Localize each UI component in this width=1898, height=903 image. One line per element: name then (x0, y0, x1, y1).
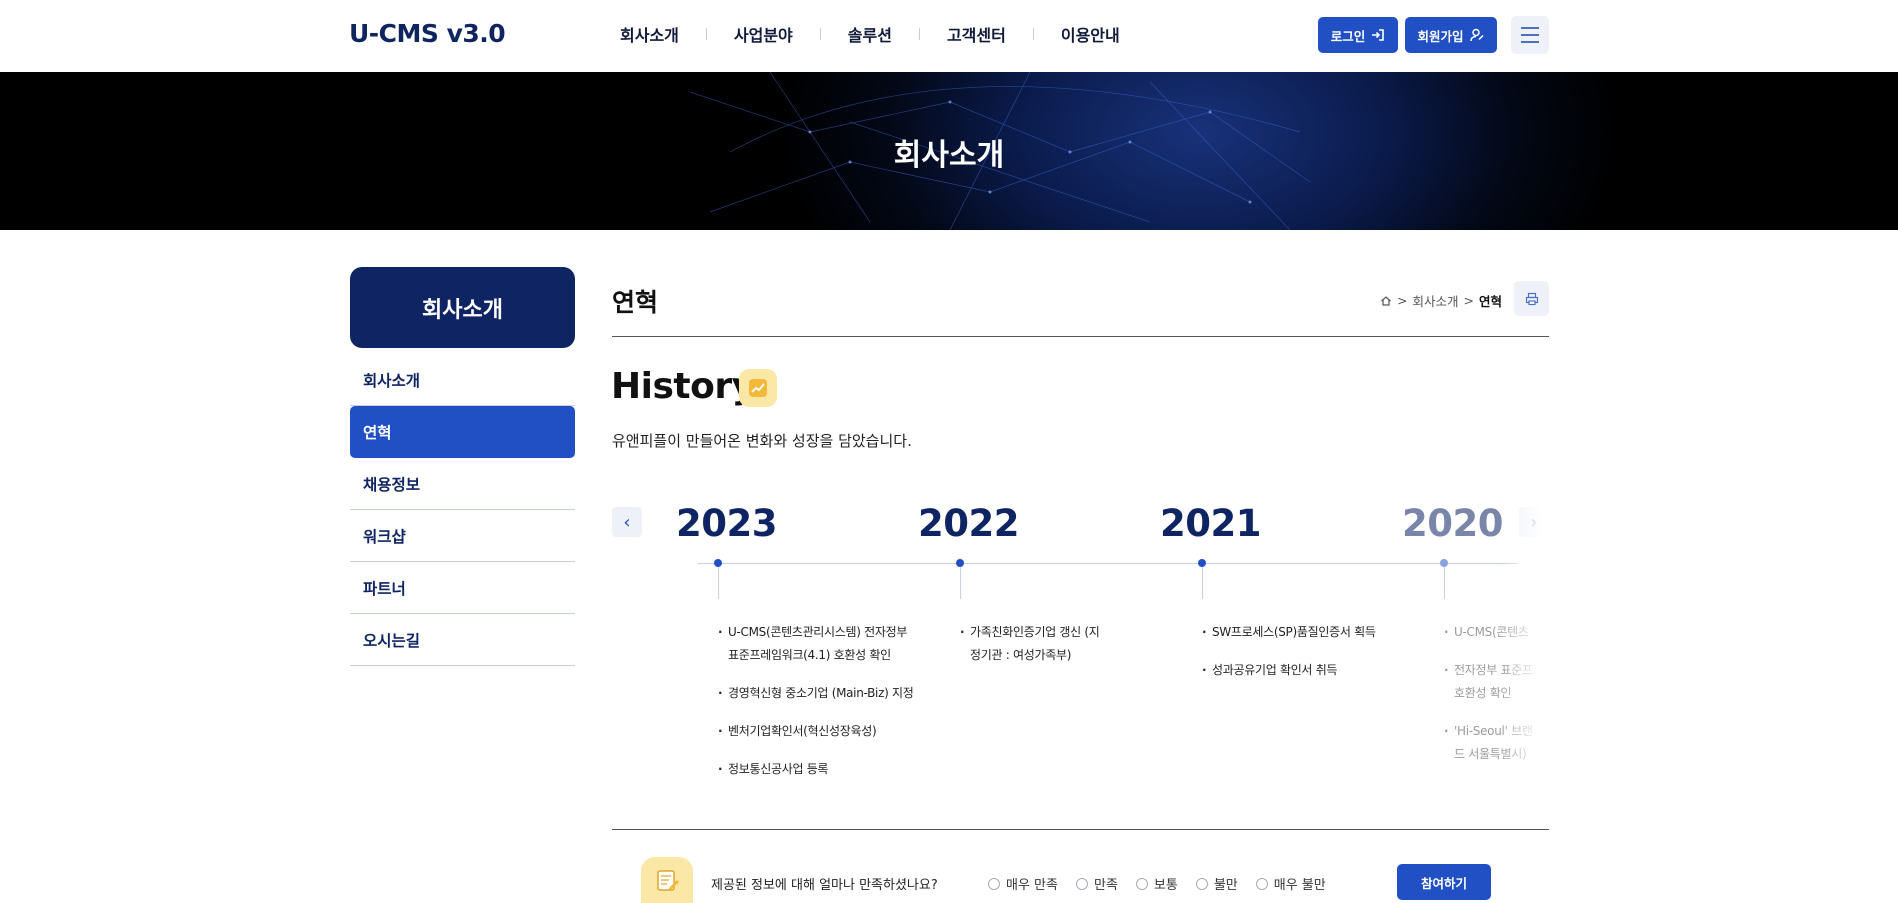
radio-icon (1195, 877, 1208, 890)
nav-divider (918, 28, 920, 40)
side-menu-item-partner[interactable]: 파트너 (350, 562, 575, 614)
join-button[interactable]: 회원가입 (1405, 17, 1497, 53)
survey-edit-icon (641, 857, 693, 903)
join-label: 회원가입 (1417, 28, 1464, 44)
user-add-icon (1469, 28, 1484, 42)
timeline-dot (956, 559, 964, 567)
nav-item-solution[interactable]: 솔루션 (848, 22, 892, 46)
survey-option-label: 불만 (1213, 878, 1238, 893)
timeline-events: 가족친화인증기업 갱신 (지정기관 : 여성가족부) (960, 621, 1110, 682)
radio-icon (1075, 877, 1088, 890)
sub-banner: 회사소개 (0, 72, 1898, 230)
timeline-event: 벤처기업확인서(혁신성장육성) (718, 720, 918, 743)
history-heading: History (611, 366, 755, 407)
survey-divider (612, 829, 1549, 830)
radio-icon (1255, 877, 1268, 890)
timeline-event: SW프로세스(SP)품질인증서 획득 (1202, 621, 1402, 644)
hamburger-icon-line (1521, 41, 1539, 43)
timeline-prev-button[interactable]: ‹ (612, 507, 642, 537)
print-icon (1525, 292, 1538, 305)
breadcrumb-item[interactable]: 회사소개 (1412, 291, 1458, 310)
radio-icon (988, 877, 1000, 890)
nav-divider (819, 28, 821, 40)
main-nav: 회사소개 사업분야 솔루션 고객센터 이용안내 (620, 22, 1120, 46)
nav-divider (705, 28, 707, 40)
side-menu-item-recruit[interactable]: 채용정보 (350, 458, 575, 510)
nav-item-guide[interactable]: 이용안내 (1061, 22, 1120, 46)
survey-option-dissatisfied[interactable]: 불만 (1195, 874, 1238, 893)
breadcrumb-separator: > (1397, 293, 1408, 308)
timeline-stem (1202, 567, 1203, 599)
side-menu-item-location[interactable]: 오시는길 (350, 614, 575, 666)
title-divider (612, 336, 1549, 337)
side-menu-item-history[interactable]: 연혁 (350, 406, 575, 458)
survey-option-label: 만족 (1093, 878, 1118, 893)
breadcrumb: > 회사소개 > 연혁 (1380, 291, 1502, 310)
site-header: U-CMS v3.0 회사소개 사업분야 솔루션 고객센터 이용안내 로그인 회… (0, 0, 1898, 72)
login-icon (1372, 29, 1385, 41)
survey-option-satisfied[interactable]: 만족 (1075, 874, 1118, 893)
page-title: 연혁 (612, 288, 659, 317)
side-menu-item-workshop[interactable]: 워크샵 (350, 510, 575, 562)
menu-button[interactable] (1511, 16, 1549, 54)
timeline-event: 경영혁신형 중소기업 (Main-Biz) 지정 (718, 682, 918, 705)
login-button[interactable]: 로그인 (1318, 17, 1398, 53)
home-icon[interactable] (1380, 295, 1392, 307)
history-description: 유앤피플이 만들어온 변화와 성장을 담았습니다. (612, 432, 912, 450)
print-button[interactable] (1514, 281, 1549, 316)
timeline-event: 정보통신공사업 등록 (718, 758, 918, 781)
chevron-left-icon: ‹ (623, 511, 631, 533)
timeline-year: 2020 (1402, 502, 1503, 545)
timeline-year: 2021 (1160, 502, 1261, 545)
timeline-events: SW프로세스(SP)품질인증서 획득 성과공유기업 확인서 취득 (1202, 621, 1402, 697)
nav-item-company[interactable]: 회사소개 (620, 22, 679, 46)
hamburger-icon (1521, 27, 1539, 29)
side-menu-item-company[interactable]: 회사소개 (350, 354, 575, 406)
survey-options: 매우 만족 만족 보통 불만 매우 불만 (988, 874, 1326, 893)
survey-option-label: 매우 불만 (1273, 878, 1326, 893)
login-label: 로그인 (1330, 28, 1366, 44)
timeline-line (698, 563, 1518, 564)
timeline-stem (960, 567, 961, 599)
site-logo[interactable]: U-CMS v3.0 (349, 19, 506, 48)
survey-option-very-satisfied[interactable]: 매우 만족 (988, 874, 1058, 893)
timeline-events: U-CMS(콘텐츠관리시스템) 전자정부 표준프레임워크(4.1) 호환성 확인… (718, 621, 918, 796)
timeline-dot (714, 559, 722, 567)
timeline-event: 성과공유기업 확인서 취득 (1202, 659, 1402, 682)
survey-option-neutral[interactable]: 보통 (1135, 874, 1178, 893)
survey-option-very-dissatisfied[interactable]: 매우 불만 (1255, 874, 1326, 893)
survey-option-label: 보통 (1153, 878, 1178, 893)
timeline-event: 가족친화인증기업 갱신 (지정기관 : 여성가족부) (960, 621, 1110, 667)
survey-submit-button[interactable]: 참여하기 (1397, 864, 1491, 900)
nav-item-business[interactable]: 사업분야 (734, 22, 793, 46)
side-menu: 회사소개 연혁 채용정보 워크샵 파트너 오시는길 (350, 354, 575, 666)
timeline-year: 2022 (918, 502, 1019, 545)
timeline-year: 2023 (676, 502, 777, 545)
timeline-stem (1444, 567, 1445, 599)
radio-icon (1135, 877, 1148, 890)
nav-divider (1032, 28, 1034, 40)
lnb-title: 회사소개 (350, 267, 575, 348)
timeline-fade-mask (1500, 480, 1560, 780)
timeline-stem (718, 567, 719, 599)
breadcrumb-separator: > (1463, 293, 1474, 308)
timeline-dot (1198, 559, 1206, 567)
nav-item-support[interactable]: 고객센터 (947, 22, 1006, 46)
survey-option-label: 매우 만족 (1006, 878, 1058, 893)
banner-title: 회사소개 (893, 138, 1005, 173)
timeline-event: U-CMS(콘텐츠관리시스템) 전자정부 표준프레임워크(4.1) 호환성 확인 (718, 621, 918, 667)
hamburger-icon-line (1521, 34, 1539, 36)
growth-chart-icon (739, 369, 777, 407)
timeline-dot (1440, 559, 1448, 567)
breadcrumb-current: 연혁 (1478, 294, 1502, 309)
survey-question: 제공된 정보에 대해 얼마나 만족하셨나요? (711, 878, 938, 893)
